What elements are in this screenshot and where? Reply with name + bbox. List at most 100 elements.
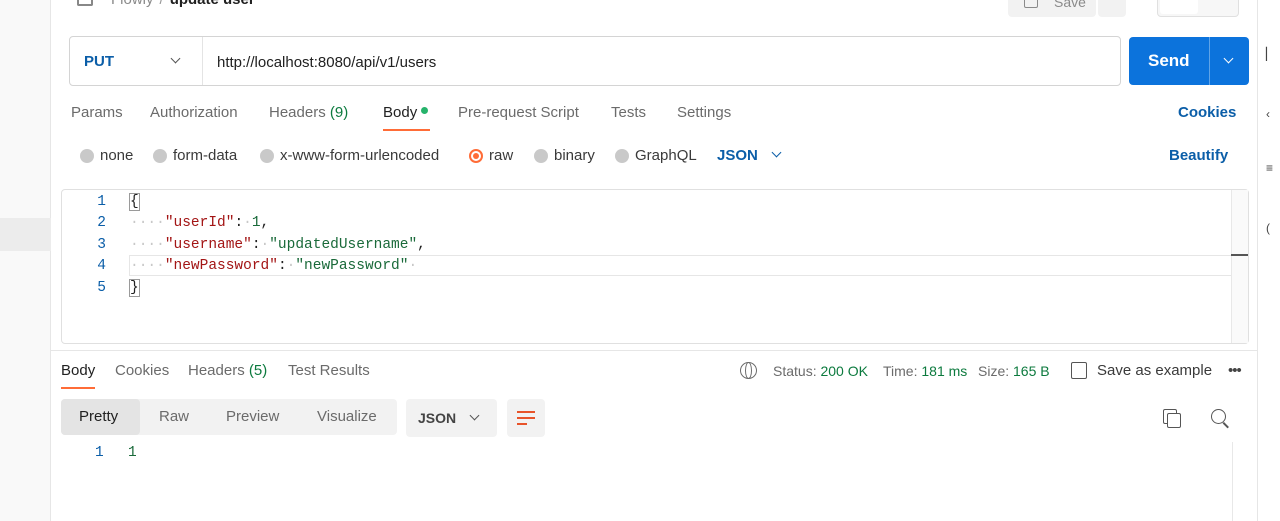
beautify-button[interactable]: Beautify [1169,147,1228,164]
tab-pre-request-script[interactable]: Pre-request Script [458,104,579,121]
send-divider [1209,37,1210,85]
line-number: 3 [97,237,106,253]
response-active-tab-underline [61,387,95,389]
json-value: "newPassword" [295,258,409,274]
tab-tests[interactable]: Tests [611,104,646,121]
globe-icon[interactable] [740,362,757,379]
body-type-raw[interactable]: raw [469,147,513,165]
view-pretty[interactable]: Pretty [61,399,140,435]
url-input[interactable] [217,51,1107,73]
tab-headers[interactable]: Headers (9) [269,104,348,121]
json-key: "username" [164,237,252,253]
body-type-binary[interactable]: binary [534,147,595,165]
response-tab-test-results[interactable]: Test Results [288,362,370,379]
radio-none[interactable] [80,149,94,163]
documentation-icon[interactable]: ▏ [1266,48,1276,60]
status-readout[interactable]: Status: 200 OK [773,363,868,379]
body-type-form-data[interactable]: form-data [153,147,237,165]
wrap-lines-icon [517,411,535,413]
breadcrumb: Flowly / update user [111,0,255,8]
breadcrumb-collection[interactable]: Flowly [111,0,154,8]
json-value: 1 [251,215,261,231]
body-type-form-data-label: form-data [173,147,238,164]
body-language-label: JSON [717,147,758,164]
copy-icon[interactable] [1163,409,1181,428]
view-preview[interactable]: Preview [226,399,279,435]
radio-urlencoded[interactable] [260,149,274,163]
request-body-editor[interactable]: 1 2 3 4 5 { ····"userId":·1, ····"userna… [61,189,1249,344]
size-readout[interactable]: Size: 165 B [978,363,1050,379]
view-raw[interactable]: Raw [159,399,189,435]
response-view-selector: Pretty Raw Preview Visualize [61,399,397,435]
edit-mode-option[interactable] [1160,0,1198,14]
editor-scrollbar[interactable] [1231,190,1248,343]
response-tab-cookies[interactable]: Cookies [115,362,169,379]
tab-params[interactable]: Params [71,104,123,121]
body-type-graphql[interactable]: GraphQL [615,147,697,165]
view-visualize[interactable]: Visualize [317,399,377,435]
radio-binary[interactable] [534,149,548,163]
code-line: ····"username":·"updatedUsername", [130,237,426,253]
tab-body[interactable]: Body [383,104,429,121]
send-button[interactable]: Send [1129,37,1249,85]
response-format-dropdown[interactable]: JSON [406,399,497,437]
request-url-bar: PUT [69,36,1121,86]
tab-authorization-label: Authorization [150,104,238,121]
radio-graphql[interactable] [615,149,629,163]
tab-headers-label: Headers [269,104,326,121]
method-dropdown[interactable]: PUT [70,37,203,85]
body-type-none[interactable]: none [80,147,133,165]
tab-prerequest-label: Pre-request Script [458,104,579,121]
tab-body-label: Body [383,104,418,121]
wrap-lines-button[interactable] [507,399,545,437]
time-readout[interactable]: Time: 181 ms [883,363,967,379]
body-language-dropdown[interactable]: JSON [717,147,758,164]
line-number: 1 [97,194,106,210]
save-button-label: Save [1054,0,1086,10]
tab-headers-count: (9) [329,104,349,121]
breadcrumb-request-name[interactable]: update user [170,0,255,8]
save-icon [1071,362,1087,379]
more-options-icon[interactable]: ••• [1228,362,1242,379]
line-number: 5 [97,280,106,296]
tab-tests-label: Tests [611,104,647,121]
send-options-chevron-icon[interactable] [1223,53,1234,64]
status-value: 200 OK [820,363,868,379]
code-line: ····"userId":·1, [130,215,270,231]
response-body-value: 1 [128,445,137,461]
view-mode-toggle[interactable] [1157,0,1239,17]
radio-raw[interactable] [469,149,483,163]
search-icon[interactable] [1211,409,1226,424]
left-sidebar [0,0,51,521]
tab-authorization[interactable]: Authorization [150,104,238,121]
info-icon[interactable]: ≡ [1266,162,1276,174]
save-icon [1024,0,1038,8]
response-format-label: JSON [418,410,457,426]
view-raw-label: Raw [159,408,190,425]
code-line: } [129,279,140,297]
tab-settings[interactable]: Settings [677,104,731,121]
response-divider[interactable] [51,350,1257,351]
sidebar-selected-item[interactable] [0,218,51,251]
line-number: 4 [97,258,106,274]
request-header: Flowly / update user Save [51,0,1257,18]
chevron-down-icon[interactable] [771,147,782,158]
response-tab-body-label: Body [61,362,96,379]
comments-icon[interactable]: ( [1266,222,1276,234]
body-type-urlencoded[interactable]: x-www-form-urlencoded [260,147,439,165]
radio-form-data[interactable] [153,149,167,163]
response-tab-headers-label: Headers [188,362,245,379]
cookies-link[interactable]: Cookies [1178,104,1236,121]
response-tab-body[interactable]: Body [61,362,95,379]
wrap-lines-icon [517,417,535,419]
json-value: "updatedUsername" [269,237,418,253]
save-as-example-button[interactable]: Save as example [1071,362,1212,379]
response-tab-headers[interactable]: Headers (5) [188,362,267,379]
response-scrollbar[interactable] [1232,442,1257,521]
save-button[interactable]: Save [1008,0,1096,17]
code-icon[interactable]: ‹ [1266,108,1276,120]
response-line-number: 1 [95,445,104,461]
response-headers-count: (5) [248,362,268,379]
save-options-button[interactable] [1098,0,1126,17]
response-tab-test-results-label: Test Results [288,362,370,379]
